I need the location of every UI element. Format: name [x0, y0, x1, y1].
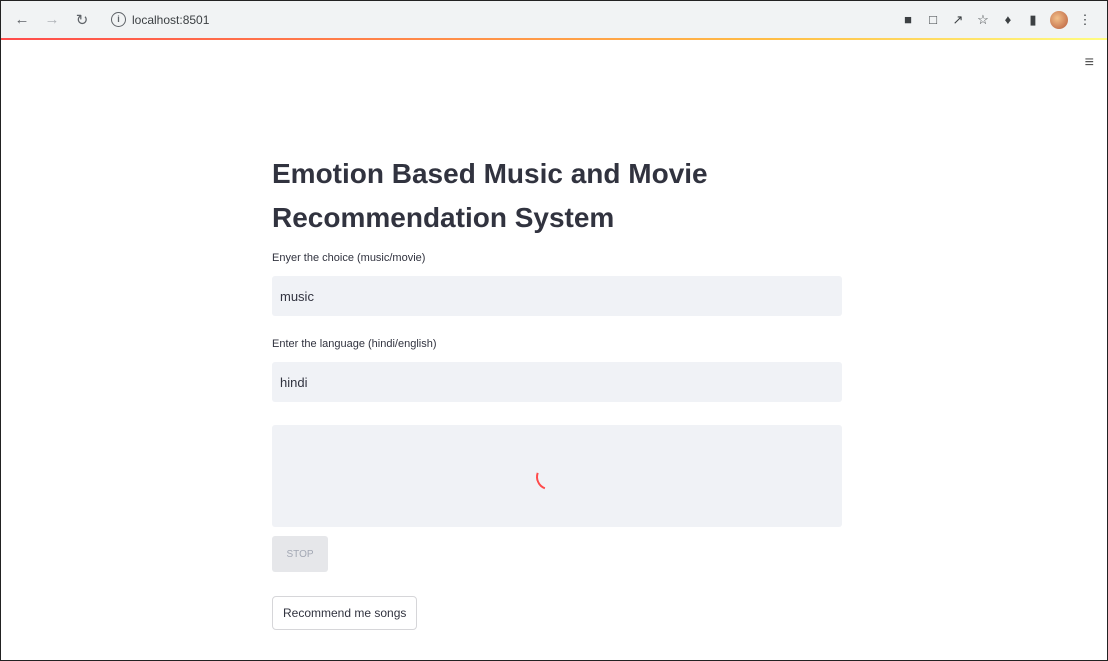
back-icon[interactable]: ←	[11, 9, 33, 31]
loading-spinner-icon	[531, 459, 567, 495]
address-bar[interactable]: i localhost:8501	[111, 12, 209, 27]
nav-buttons: ← → ↻	[11, 9, 93, 31]
sidebar-icon[interactable]: ▮	[1025, 12, 1041, 28]
more-menu-icon[interactable]: ⋮	[1077, 12, 1093, 28]
language-input[interactable]: hindi	[272, 362, 842, 402]
camera-icon[interactable]: ■	[900, 12, 916, 27]
info-icon[interactable]: i	[111, 12, 126, 27]
page-title: Emotion Based Music and Movie Recommenda…	[272, 158, 708, 233]
choice-label: Enyer the choice (music/movie)	[272, 252, 426, 264]
video-stream-area	[272, 425, 842, 527]
forward-icon[interactable]: →	[41, 9, 63, 31]
choice-input[interactable]: music	[272, 276, 842, 316]
reload-icon[interactable]: ↻	[71, 9, 93, 31]
browser-tools: ■ □ ↗ ☆ ♦ ▮ ⋮	[900, 10, 1093, 29]
browser-toolbar: ← → ↻ i localhost:8501 ■ □ ↗ ☆ ♦ ▮ ⋮	[1, 1, 1107, 38]
open-in-new-icon[interactable]: □	[925, 12, 941, 27]
stop-button[interactable]: STOP	[272, 536, 328, 572]
recommend-songs-button[interactable]: Recommend me songs	[272, 596, 418, 630]
hamburger-menu-icon[interactable]: ≡	[1085, 54, 1094, 72]
streamlit-running-bar	[1, 38, 1107, 40]
recommend-row: Recommend me songs	[272, 596, 842, 630]
extensions-icon[interactable]: ♦	[1000, 12, 1016, 27]
avatar[interactable]	[1050, 10, 1068, 29]
bookmark-star-icon[interactable]: ☆	[975, 12, 991, 28]
share-icon[interactable]: ↗	[950, 12, 966, 28]
language-label: Enter the language (hindi/english)	[272, 338, 437, 350]
url-text: localhost:8501	[132, 12, 210, 27]
main-content: Emotion Based Music and Movie Recommenda…	[272, 152, 842, 630]
